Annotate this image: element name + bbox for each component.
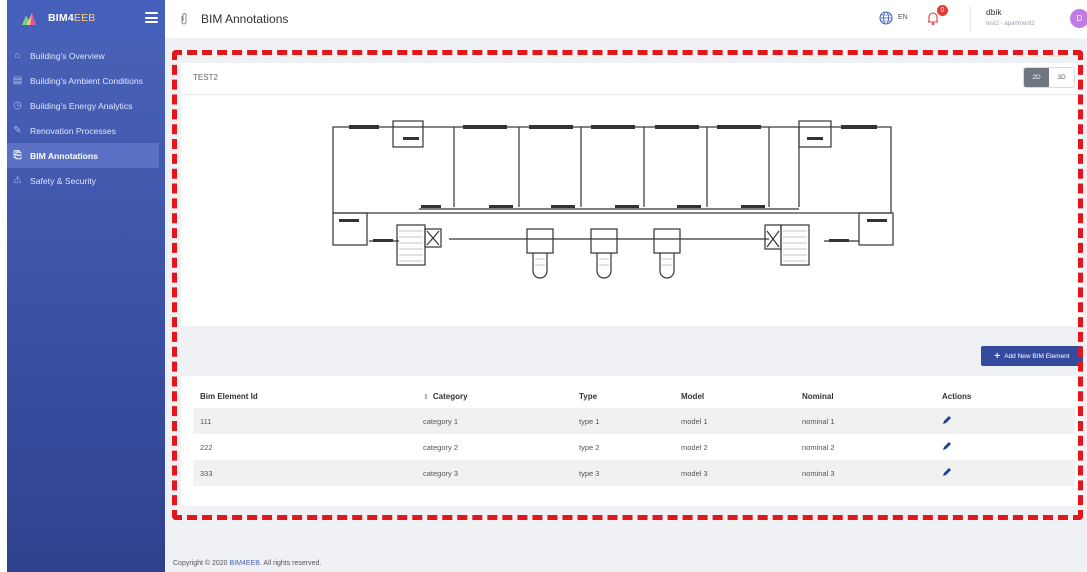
- sidebar-menu: ⌂ Building's Overview ▤ Building's Ambie…: [7, 43, 165, 193]
- top-bar: BIM Annotations EN 0 dbik test2 - apartm…: [165, 0, 1087, 39]
- warning-icon: ⚠: [13, 175, 22, 186]
- brush-icon: ✎: [13, 125, 22, 136]
- header-divider: [970, 6, 971, 32]
- footer-suffix: . All rights reserved.: [259, 560, 322, 567]
- clock-icon: ◷: [13, 100, 22, 111]
- user-context: test2 - apartment2: [986, 21, 1035, 27]
- sidebar-item-label: Renovation Processes: [30, 125, 116, 136]
- footer-link[interactable]: BIM4EEB: [230, 560, 260, 567]
- footer: Copyright © 2020 BIM4EEB. All rights res…: [173, 560, 321, 567]
- hamburger-icon: [145, 12, 158, 14]
- home-icon: ⌂: [14, 50, 21, 61]
- brand-logo-text: BIM4EEB: [48, 12, 96, 24]
- user-name: dbik: [986, 7, 1002, 17]
- logo-bar: BIM4EEB: [7, 0, 165, 38]
- sidebar-item-buildings-overview[interactable]: ⌂ Building's Overview: [7, 43, 165, 68]
- sidebar-item-energy-analytics[interactable]: ◷ Building's Energy Analytics: [7, 93, 165, 118]
- sidebar-item-label: BIM Annotations: [30, 150, 98, 161]
- notification-badge: 0: [937, 5, 948, 16]
- sidebar-item-safety-security[interactable]: ⚠ Safety & Security: [7, 168, 165, 193]
- paperclip-icon: [181, 13, 187, 25]
- sidebar-item-bim-annotations[interactable]: ⎘ BIM Annotations: [7, 143, 159, 168]
- sidebar-item-label: Building's Ambient Conditions: [30, 75, 143, 86]
- sidebar-item-ambient-conditions[interactable]: ▤ Building's Ambient Conditions: [7, 68, 165, 93]
- paperclip-icon: ⎘: [13, 150, 22, 161]
- avatar[interactable]: D: [1070, 9, 1087, 28]
- logo-icon: [22, 13, 36, 25]
- page-title: BIM Annotations: [201, 12, 289, 26]
- sidebar-item-renovation-processes[interactable]: ✎ Renovation Processes: [7, 118, 165, 143]
- highlight-frame: [172, 50, 1083, 520]
- sidebar-item-label: Building's Energy Analytics: [30, 100, 133, 111]
- language-selector[interactable]: EN: [898, 14, 908, 21]
- footer-copyright: Copyright © 2020: [173, 560, 228, 567]
- sidebar-item-label: Safety & Security: [30, 175, 96, 186]
- chart-icon: ▤: [12, 75, 23, 86]
- sidebar-item-label: Building's Overview: [30, 50, 105, 61]
- menu-toggle-button[interactable]: [145, 12, 158, 23]
- globe-icon[interactable]: [879, 11, 893, 25]
